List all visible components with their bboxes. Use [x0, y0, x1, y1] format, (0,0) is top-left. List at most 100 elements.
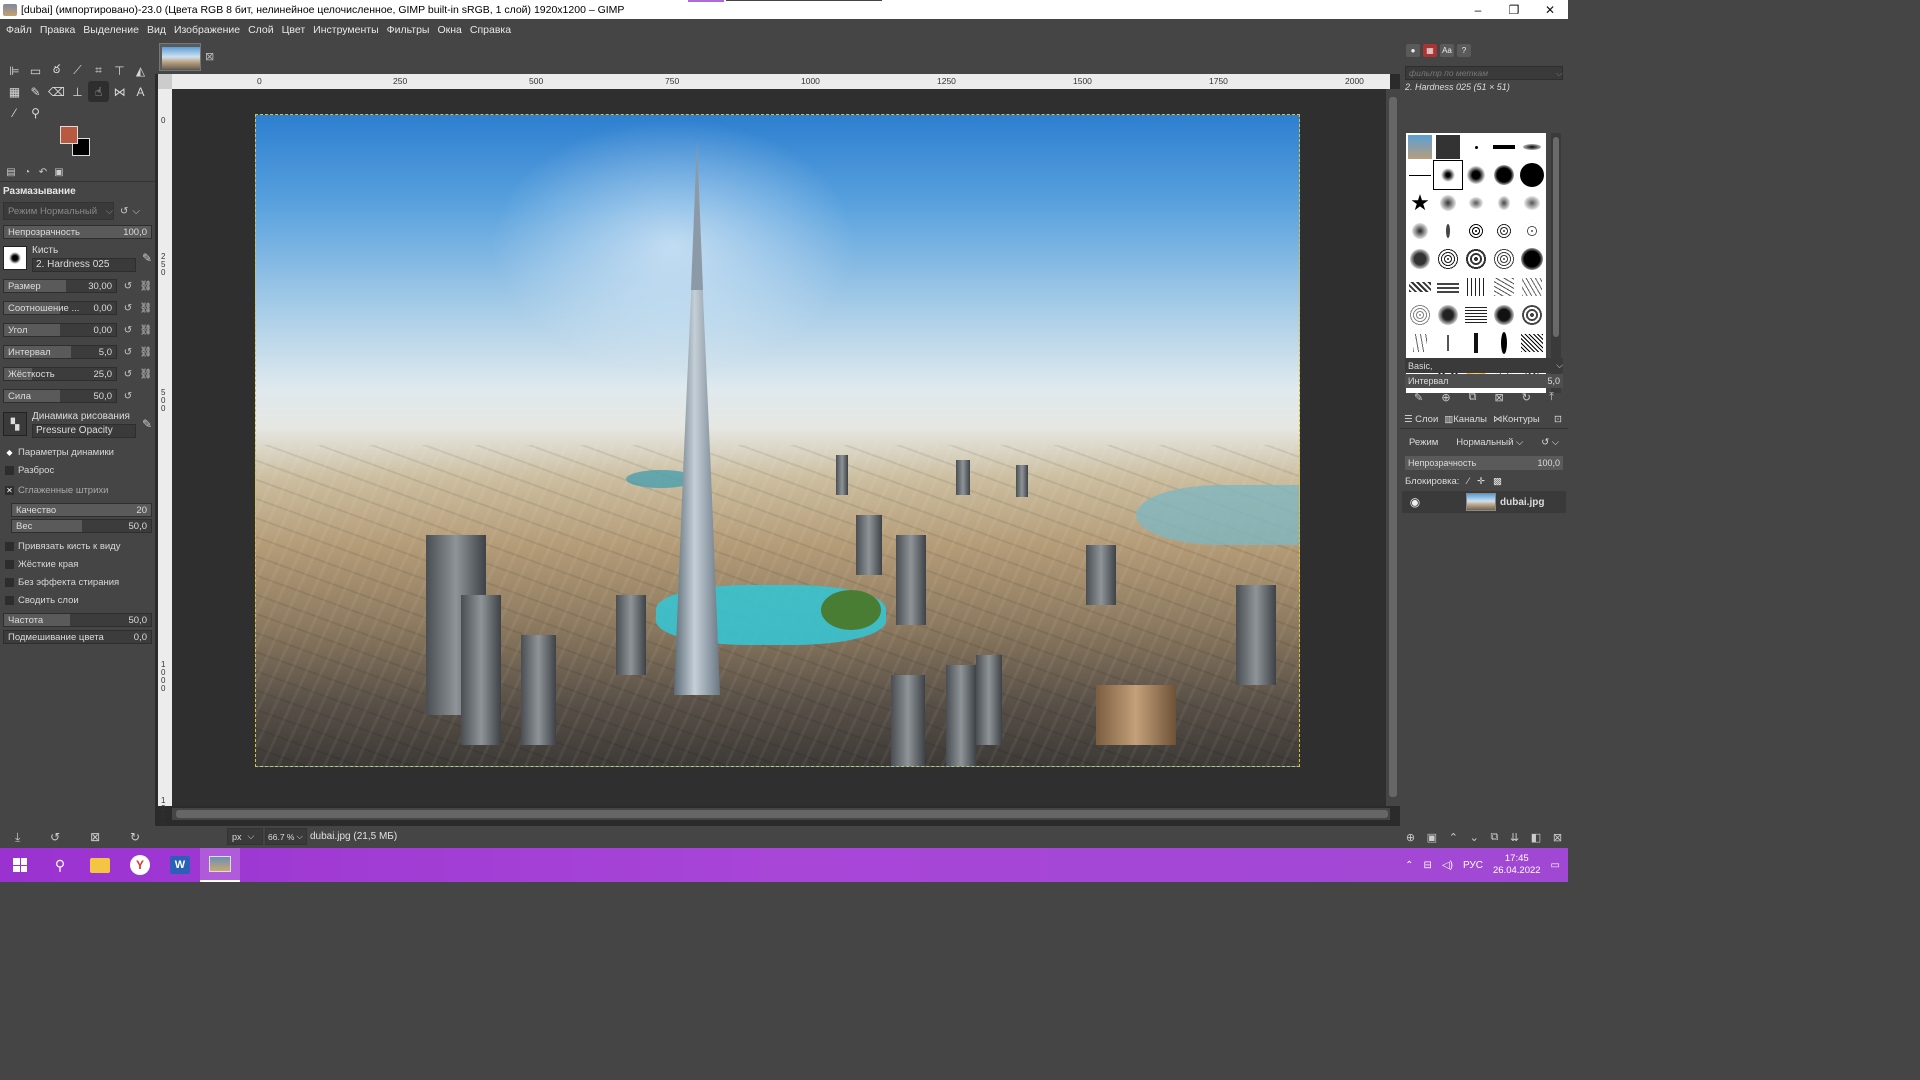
- color-picker-tool-icon[interactable]: ⁄: [4, 102, 25, 123]
- tab-paths[interactable]: ⋈Контуры: [1493, 414, 1540, 425]
- lock-brush-checkbox[interactable]: Привязать кисть к виду: [0, 537, 155, 555]
- ruler-corner[interactable]: [158, 74, 172, 89]
- search-icon[interactable]: ⚲: [40, 848, 80, 882]
- ratio-slider[interactable]: Соотношение ... 0,00: [3, 301, 117, 315]
- brush-spacing-slider[interactable]: Интервал 5,0: [1405, 374, 1563, 388]
- brush-item[interactable]: [1434, 329, 1462, 357]
- brush-item[interactable]: [1518, 273, 1546, 301]
- brush-item[interactable]: [1434, 217, 1462, 245]
- edit-brush-icon[interactable]: ✎: [142, 251, 152, 265]
- gradient-tool-icon[interactable]: ▦: [4, 81, 25, 102]
- warp-tool-icon[interactable]: ◭: [130, 60, 151, 81]
- reset-icon[interactable]: ↺: [119, 369, 137, 380]
- maximize-button[interactable]: ❐: [1496, 0, 1532, 19]
- word-icon[interactable]: W: [160, 848, 200, 882]
- brush-item[interactable]: [1490, 217, 1518, 245]
- delete-brush-icon[interactable]: ⊠: [1495, 391, 1504, 404]
- reset-icon[interactable]: ↺ ⌵: [1541, 437, 1559, 448]
- reset-icon[interactable]: ↺: [119, 347, 137, 358]
- rate-slider[interactable]: Частота 50,0: [3, 613, 152, 627]
- brush-item[interactable]: [1406, 161, 1434, 189]
- tray-chevron-up-icon[interactable]: ⌃: [1405, 860, 1413, 871]
- brush-item[interactable]: ★: [1406, 189, 1434, 217]
- brush-preview[interactable]: [3, 246, 27, 270]
- reset-icon[interactable]: ↺: [119, 391, 137, 402]
- hard-edges-checkbox[interactable]: Жёсткие края: [0, 555, 155, 573]
- zoom-tool-icon[interactable]: ⚲: [25, 102, 46, 123]
- duplicate-brush-icon[interactable]: ⧉: [1469, 391, 1477, 404]
- tab-layers[interactable]: ☰ Слои: [1404, 414, 1438, 425]
- brush-item[interactable]: [1518, 301, 1546, 329]
- brush-item[interactable]: [1462, 189, 1490, 217]
- dock-menu-icon[interactable]: ⊡: [1554, 414, 1562, 425]
- brush-item[interactable]: [1433, 160, 1463, 190]
- link-icon[interactable]: ⛓: [137, 281, 155, 292]
- link-icon[interactable]: ⛓: [137, 303, 155, 314]
- brush-item[interactable]: [1406, 245, 1434, 273]
- merge-layer-icon[interactable]: ⇊: [1510, 831, 1519, 844]
- weight-slider[interactable]: Вес 50,0: [11, 519, 152, 533]
- images-tab-icon[interactable]: ▣: [51, 167, 67, 181]
- reset-icon[interactable]: ↺: [119, 281, 137, 292]
- patterns-tab-icon[interactable]: ▦: [1423, 43, 1437, 57]
- restore-options-icon[interactable]: ↺: [50, 830, 60, 844]
- fonts-tab-icon[interactable]: Aa: [1440, 43, 1454, 57]
- brush-item[interactable]: [1490, 273, 1518, 301]
- brush-item[interactable]: [1462, 245, 1490, 273]
- fuzzy-select-tool-icon[interactable]: ⟋: [67, 60, 88, 81]
- layer-mode-select[interactable]: Нормальный ⌵: [1456, 437, 1523, 448]
- lock-pixels-icon[interactable]: ⁄: [1467, 476, 1469, 487]
- network-icon[interactable]: ⊟: [1424, 860, 1432, 871]
- zoom-select[interactable]: 66.7 % ⌵: [265, 828, 307, 845]
- layer-opacity-slider[interactable]: Непрозрачность 100,0: [1405, 456, 1563, 470]
- link-icon[interactable]: ⛓: [137, 347, 155, 358]
- brush-item[interactable]: [1462, 301, 1490, 329]
- crop-tool-icon[interactable]: ⌗: [88, 60, 109, 81]
- file-explorer-icon[interactable]: [80, 848, 120, 882]
- brush-item[interactable]: [1434, 133, 1462, 161]
- menu-edit[interactable]: Правка: [36, 24, 79, 36]
- menu-help[interactable]: Справка: [466, 24, 515, 36]
- paths-tool-icon[interactable]: ⋈: [109, 81, 130, 102]
- brush-item[interactable]: [1490, 161, 1518, 189]
- brush-filter-input[interactable]: фильтр по меткам ⌵: [1405, 66, 1563, 80]
- menu-tools[interactable]: Инструменты: [309, 24, 382, 36]
- brush-item[interactable]: [1406, 301, 1434, 329]
- brush-grid[interactable]: ★: [1406, 133, 1546, 393]
- brush-scrollbar[interactable]: [1551, 133, 1561, 393]
- device-status-tab-icon[interactable]: ◔: [19, 167, 35, 181]
- mode-select[interactable]: Режим Нормальный ⌵: [3, 202, 114, 220]
- clock[interactable]: 17:45 26.04.2022: [1493, 853, 1541, 877]
- edit-brush-icon[interactable]: ✎: [1414, 391, 1423, 404]
- reset-icon[interactable]: ↺: [119, 303, 137, 314]
- scatter-checkbox[interactable]: Разброс: [0, 461, 155, 479]
- rect-select-tool-icon[interactable]: ▭: [25, 60, 46, 81]
- brush-item[interactable]: [1490, 133, 1518, 161]
- brush-item[interactable]: [1518, 133, 1546, 161]
- foreground-color[interactable]: [60, 126, 78, 144]
- sample-merged-checkbox[interactable]: Сводить слои: [0, 591, 155, 609]
- duplicate-layer-icon[interactable]: ⧉: [1490, 831, 1498, 844]
- brush-item[interactable]: [1406, 133, 1434, 161]
- open-brush-icon[interactable]: ⤒: [1549, 391, 1554, 404]
- brush-item[interactable]: [1406, 217, 1434, 245]
- brush-item[interactable]: [1462, 329, 1490, 357]
- canvas-viewport[interactable]: [172, 89, 1386, 806]
- notifications-icon[interactable]: ▭: [1551, 860, 1560, 871]
- dynamics-options-expander[interactable]: ◆ Параметры динамики: [0, 443, 155, 461]
- menu-layer[interactable]: Слой: [244, 24, 278, 36]
- minimize-button[interactable]: –: [1460, 0, 1496, 19]
- gimp-taskbar-icon[interactable]: [200, 848, 240, 882]
- new-group-icon[interactable]: ▣: [1427, 831, 1437, 844]
- new-brush-icon[interactable]: ⊕: [1441, 391, 1450, 404]
- unit-select[interactable]: px ⌵: [227, 828, 263, 845]
- color-blend-slider[interactable]: Подмешивание цвета 0,0: [3, 630, 152, 644]
- menu-view[interactable]: Вид: [143, 24, 170, 36]
- brush-item[interactable]: [1434, 273, 1462, 301]
- align-tool-icon[interactable]: ⊫: [4, 60, 25, 81]
- menu-filters[interactable]: Фильтры: [383, 24, 434, 36]
- smudge-tool-icon[interactable]: ☝: [88, 81, 109, 102]
- size-slider[interactable]: Размер 30,00: [3, 279, 117, 293]
- horizontal-scrollbar[interactable]: [172, 808, 1390, 820]
- yandex-browser-icon[interactable]: Y: [120, 848, 160, 882]
